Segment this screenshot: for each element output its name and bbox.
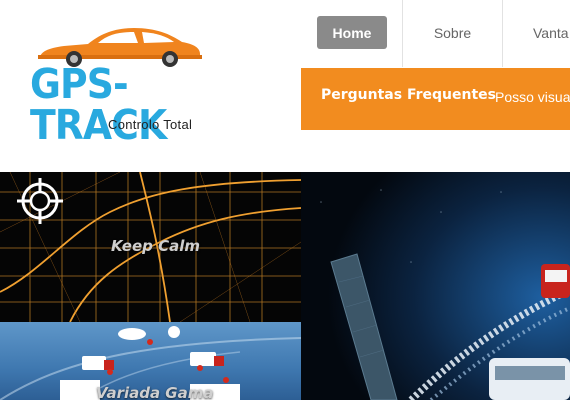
faq-ticker-bar: Perguntas Frequentes Posso visua	[301, 68, 570, 130]
crosshair-target-icon	[17, 178, 63, 224]
logo-tagline: Controlo Total	[108, 117, 193, 132]
tile-keep-calm[interactable]: Keep Calm	[0, 172, 301, 322]
tile-hero-satellite[interactable]	[301, 172, 570, 400]
tile-label-variada-gama: Variada Gama	[96, 384, 214, 400]
site-header: GPS-TRACK Controlo Total Home Sobre Vant…	[0, 0, 570, 172]
logo-title: GPS-TRACK	[30, 60, 167, 149]
tile-label-keep-calm: Keep Calm	[111, 237, 201, 255]
nav-item-vantagens[interactable]: Vanta	[503, 0, 570, 66]
tile-variada-gama[interactable]: Variada Gama	[0, 322, 301, 400]
feature-tiles: Keep Calm Variada Gama	[0, 172, 570, 400]
faq-question-link[interactable]: Posso visua	[495, 89, 570, 105]
faq-title: Perguntas Frequentes	[321, 87, 496, 103]
satellite-truck-illustration	[301, 172, 570, 400]
nav-item-sobre[interactable]: Sobre	[403, 0, 502, 66]
gps-track-logo[interactable]: GPS-TRACK Controlo Total	[26, 24, 236, 146]
nav-item-home[interactable]: Home	[317, 16, 387, 49]
main-nav: Home Sobre Vanta	[301, 0, 570, 68]
